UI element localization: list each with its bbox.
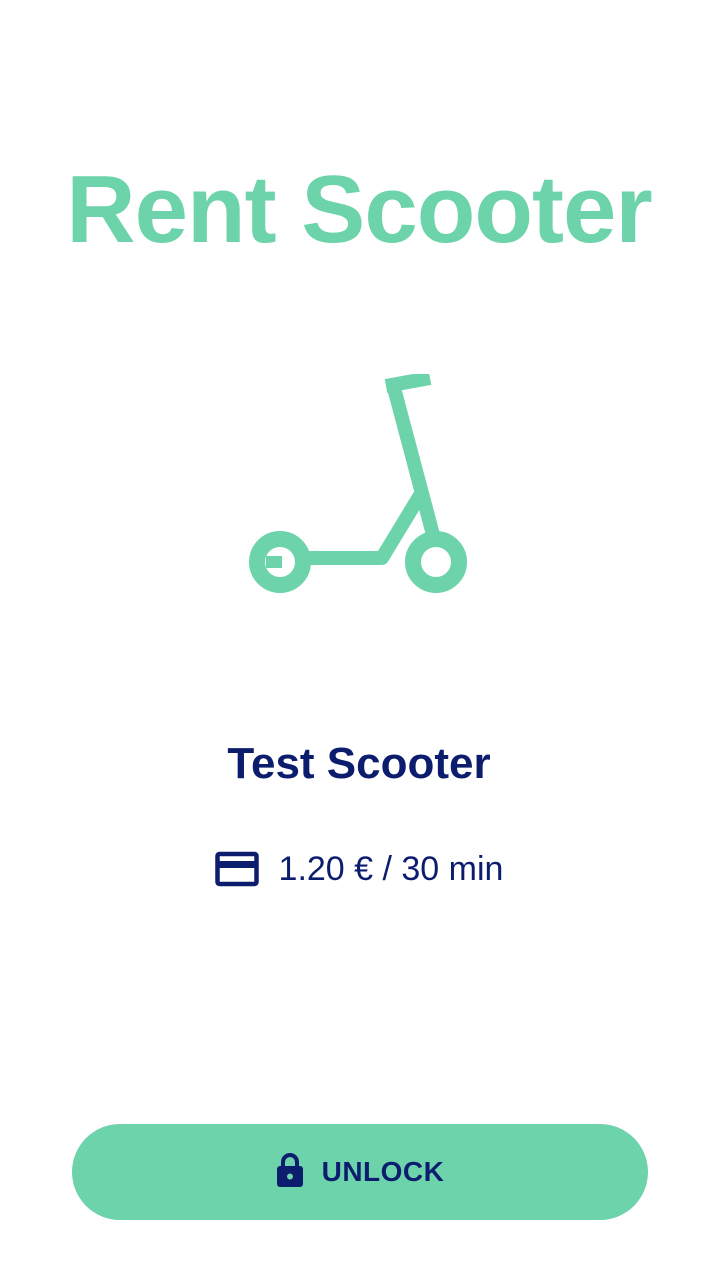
- scooter-icon: [246, 371, 470, 596]
- price-row: 1.20 € / 30 min: [0, 846, 718, 892]
- unlock-label: UNLOCK: [321, 1156, 445, 1187]
- page-title: Rent Scooter: [66, 156, 652, 263]
- credit-card-icon: [214, 851, 259, 887]
- scooter-name: Test Scooter: [227, 739, 491, 788]
- lock-icon: [276, 1153, 304, 1188]
- price-text: 1.20 € / 30 min: [278, 850, 504, 888]
- unlock-button[interactable]: UNLOCK: [72, 1124, 648, 1220]
